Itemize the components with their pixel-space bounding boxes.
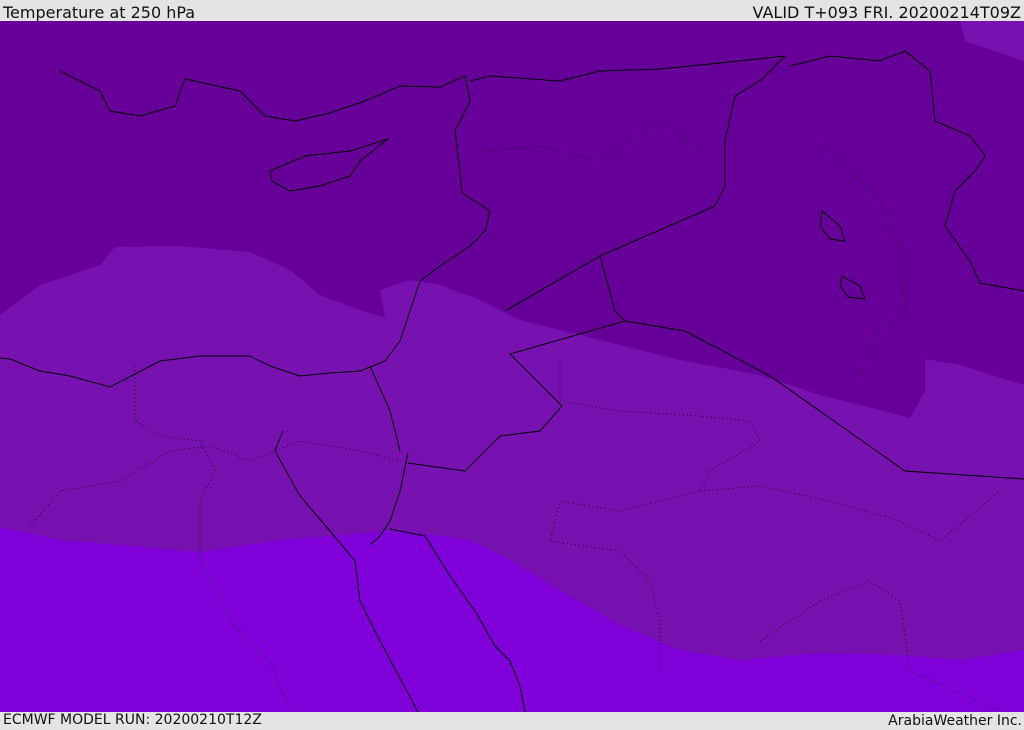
model-run: ECMWF MODEL RUN: 20200210T12Z — [3, 712, 262, 728]
credit: ArabiaWeather Inc. — [888, 713, 1022, 729]
valid-time: VALID T+093 FRI. 20200214T09Z — [752, 3, 1021, 22]
temperature-map — [0, 21, 1024, 712]
map-title: Temperature at 250 hPa — [3, 3, 196, 22]
header-bar: Temperature at 250 hPa VALID T+093 FRI. … — [0, 0, 1024, 22]
footer-bar: ECMWF MODEL RUN: 20200210T12Z ArabiaWeat… — [0, 712, 1024, 729]
